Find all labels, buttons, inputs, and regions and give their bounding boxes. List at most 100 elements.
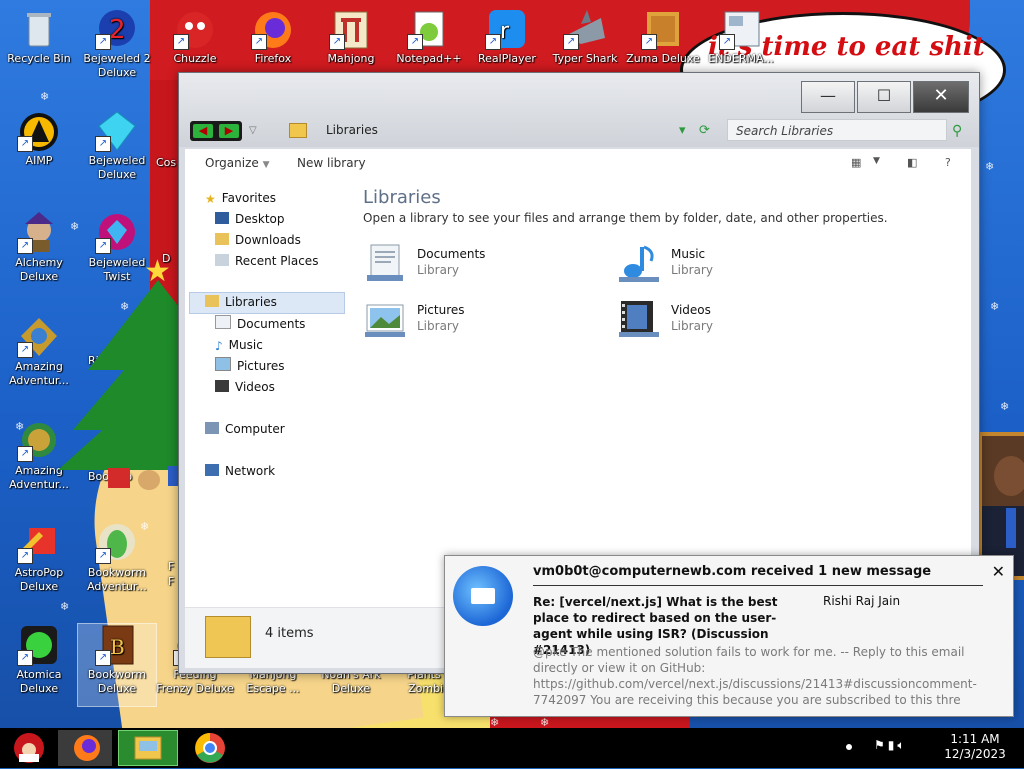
- taskbar-chrome[interactable]: [182, 730, 236, 766]
- notification-header: vm0b0t@computernewb.com received 1 new m…: [533, 564, 932, 579]
- desktop-icon-typer-shark[interactable]: ↗ Typer Shark: [546, 8, 624, 66]
- recent-pages-chevron-icon[interactable]: ▽: [249, 125, 257, 136]
- music-library-icon: [619, 245, 659, 282]
- amazing-adventures-icon: ↗: [15, 316, 63, 358]
- documents-icon: [215, 315, 231, 329]
- help-button[interactable]: ?: [945, 156, 951, 169]
- desktop-icon: [215, 212, 229, 224]
- desktop-icon-firefox[interactable]: ↗ Firefox: [234, 8, 312, 66]
- taskbar-firefox[interactable]: [58, 730, 112, 766]
- flag-icon[interactable]: ⚑: [874, 738, 888, 752]
- desktop-icon-astropop[interactable]: ↗ AstroPop Deluxe: [0, 522, 78, 594]
- view-options-dropdown-icon[interactable]: ▼: [873, 156, 880, 166]
- preview-pane-icon[interactable]: ◧: [907, 156, 917, 169]
- tray-dot[interactable]: [846, 744, 852, 750]
- back-button[interactable]: ◀: [193, 124, 213, 138]
- desktop-icon-bookworm-adventures[interactable]: ↗ Bookworm Adventur...: [78, 522, 156, 594]
- navigation-pane: ★ Favorites Desktop Downloads Recent Plac…: [185, 177, 347, 607]
- bookworm-icon: B ↗: [93, 624, 141, 666]
- videos-icon: [215, 380, 229, 392]
- nav-desktop[interactable]: Desktop: [215, 210, 285, 228]
- nav-music[interactable]: ♪ Music: [215, 336, 263, 354]
- close-button[interactable]: ✕: [913, 81, 969, 113]
- enderma-icon: ↗: [717, 8, 765, 50]
- nav-downloads[interactable]: Downloads: [215, 231, 301, 249]
- system-tray[interactable]: ⚑▮🔈︎: [874, 738, 908, 753]
- computer-icon: [205, 422, 219, 434]
- taskbar-clock[interactable]: 1:11 AM 12/3/2023: [940, 732, 1010, 762]
- firefox-icon: [74, 735, 100, 761]
- nav-recent-places[interactable]: Recent Places: [215, 252, 318, 270]
- library-pictures[interactable]: Pictures Library: [363, 295, 583, 341]
- clock-time: 1:11 AM: [950, 732, 1000, 746]
- notification-close-button[interactable]: ✕: [992, 562, 1005, 581]
- forward-button[interactable]: ▶: [219, 124, 239, 138]
- nav-libraries[interactable]: Libraries: [205, 293, 277, 311]
- nav-computer[interactable]: Computer: [205, 420, 285, 438]
- desktop-icon-notepadpp[interactable]: ↗ Notepad++: [390, 8, 468, 66]
- library-documents[interactable]: Documents Library: [363, 239, 583, 285]
- desktop-icon-recycle-bin[interactable]: Recycle Bin: [0, 8, 78, 66]
- desktop-icon-zuma[interactable]: ↗ Zuma Deluxe: [624, 8, 702, 66]
- library-music[interactable]: Music Library: [617, 239, 837, 285]
- nav-favorites[interactable]: ★ Favorites: [205, 189, 276, 207]
- desktop-icon-bookworm[interactable]: B ↗ Bookworm Deluxe: [77, 623, 157, 707]
- libraries-large-icon: [205, 616, 251, 658]
- videos-library-icon: [619, 301, 659, 337]
- minimize-button[interactable]: —: [801, 81, 855, 113]
- chuzzle-icon: ↗: [171, 8, 219, 50]
- desktop-icon-enderma[interactable]: ↗ ENDERMA...: [702, 8, 780, 66]
- taskbar: ⚑▮🔈︎ 1:11 AM 12/3/2023: [0, 728, 1024, 768]
- aimp-icon: ↗: [15, 110, 63, 152]
- desktop-icon-cos[interactable]: Cos: [156, 110, 178, 170]
- view-options-icon[interactable]: ▦: [851, 156, 861, 169]
- atomica-icon: ↗: [15, 624, 63, 666]
- star-icon: ★: [205, 192, 216, 206]
- new-library-button[interactable]: New library: [297, 156, 366, 170]
- nav-network[interactable]: Network: [205, 462, 275, 480]
- bejeweled-2-icon: 2 ↗: [93, 8, 141, 50]
- nav-videos[interactable]: Videos: [215, 378, 275, 396]
- recent-places-icon: [215, 254, 229, 266]
- recycle-bin-icon: [15, 8, 63, 50]
- library-videos[interactable]: Videos Library: [617, 295, 837, 341]
- maximize-button[interactable]: ☐: [857, 81, 911, 113]
- breadcrumb[interactable]: Libraries: [326, 123, 378, 137]
- chrome-icon: [195, 733, 225, 763]
- thunderbird-icon: [453, 566, 513, 626]
- power-icon[interactable]: ▮: [888, 738, 898, 752]
- desktop-icon-mahjong[interactable]: ↗ Mahjong: [312, 8, 390, 66]
- taskbar-explorer[interactable]: [118, 730, 178, 766]
- page-title: Libraries: [363, 187, 441, 208]
- nav-documents[interactable]: Documents: [215, 315, 305, 333]
- explorer-content: ★ Favorites Desktop Downloads Recent Plac…: [185, 177, 971, 607]
- desktop-icon-aimp[interactable]: ↗ AIMP: [0, 110, 78, 168]
- documents-library-icon: [367, 244, 403, 281]
- item-count: 4 items: [265, 626, 314, 641]
- zuma-icon: ↗: [639, 8, 687, 50]
- organize-button[interactable]: Organize ▼: [205, 156, 270, 170]
- pictures-library-icon: [365, 304, 405, 337]
- refresh-icon[interactable]: ⟳: [699, 123, 710, 138]
- libraries-icon: [205, 295, 219, 307]
- mail-notification[interactable]: vm0b0t@computernewb.com received 1 new m…: [444, 555, 1014, 717]
- svg-text:r: r: [500, 19, 510, 44]
- desktop-icon-realplayer[interactable]: r ↗ RealPlayer: [468, 8, 546, 66]
- nav-pictures[interactable]: Pictures: [215, 357, 285, 375]
- search-input[interactable]: Search Libraries: [727, 119, 947, 141]
- music-icon: ♪: [215, 339, 223, 353]
- volume-icon[interactable]: 🔈︎: [897, 738, 907, 752]
- address-dropdown-icon[interactable]: ▾: [679, 123, 686, 138]
- desktop-icon-atomica[interactable]: ↗ Atomica Deluxe: [0, 624, 78, 696]
- desktop-icon-bejeweled-2[interactable]: 2 ↗ Bejeweled 2 Deluxe: [78, 8, 156, 80]
- mahjong-icon: ↗: [327, 8, 375, 50]
- typer-shark-icon: ↗: [561, 8, 609, 50]
- svg-text:2: 2: [109, 15, 126, 45]
- desktop-icon-bejeweled[interactable]: ↗ Bejeweled Deluxe: [78, 110, 156, 182]
- window-titlebar[interactable]: — ☐ ✕ ◀ ▶ ▽ Libraries ▾ ⟳ Search Librari…: [179, 73, 979, 147]
- search-icon[interactable]: ⚲: [952, 123, 962, 139]
- start-button[interactable]: [4, 730, 54, 766]
- desktop-icon-chuzzle[interactable]: ↗ Chuzzle: [156, 8, 234, 66]
- notepadpp-icon: ↗: [405, 8, 453, 50]
- pictures-icon: [215, 357, 231, 371]
